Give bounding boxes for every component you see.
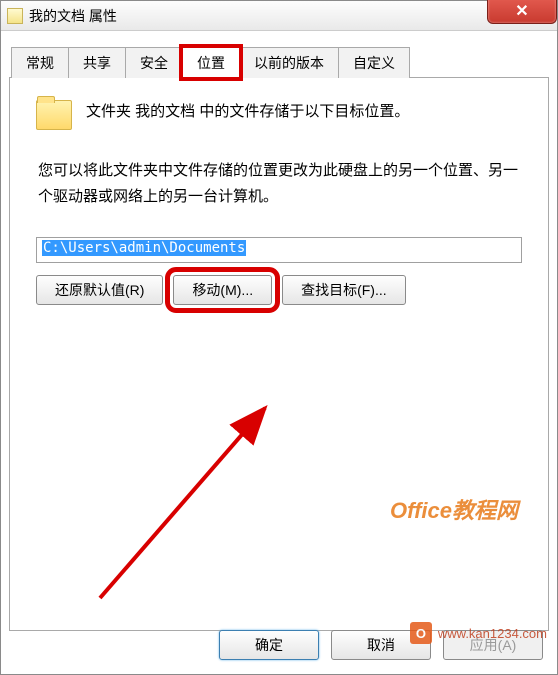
- titlebar: 我的文档 属性: [1, 1, 557, 31]
- window-title: 我的文档 属性: [29, 6, 117, 26]
- folder-large-icon: [36, 100, 72, 130]
- tab-security[interactable]: 安全: [125, 47, 183, 78]
- apply-button[interactable]: 应用(A): [443, 630, 543, 660]
- annotation-arrow: [70, 368, 310, 618]
- tab-previous-versions[interactable]: 以前的版本: [239, 47, 339, 78]
- ok-button[interactable]: 确定: [219, 630, 319, 660]
- find-target-button[interactable]: 查找目标(F)...: [282, 275, 406, 305]
- tab-sharing[interactable]: 共享: [68, 47, 126, 78]
- folder-icon: [7, 8, 23, 24]
- move-button[interactable]: 移动(M)...: [173, 275, 272, 305]
- path-input[interactable]: C:\Users\admin\Documents: [36, 237, 522, 263]
- close-button[interactable]: [487, 0, 557, 24]
- restore-default-button[interactable]: 还原默认值(R): [36, 275, 163, 305]
- tab-location[interactable]: 位置: [182, 47, 240, 78]
- location-panel: 文件夹 我的文档 中的文件存储于以下目标位置。 您可以将此文件夹中文件存储的位置…: [9, 77, 549, 631]
- tab-strip: 常规 共享 安全 位置 以前的版本 自定义: [11, 47, 549, 78]
- path-value: C:\Users\admin\Documents: [42, 240, 246, 256]
- location-description-2: 您可以将此文件夹中文件存储的位置更改为此硬盘上的另一个位置、另一个驱动器或网络上…: [36, 158, 522, 209]
- tab-general[interactable]: 常规: [11, 47, 69, 78]
- properties-dialog: 我的文档 属性 常规 共享 安全 位置 以前的版本 自定义 文件夹 我的文档 中…: [0, 0, 558, 675]
- location-description-1: 文件夹 我的文档 中的文件存储于以下目标位置。: [86, 98, 409, 125]
- dialog-button-row: 确定 取消 应用(A): [219, 630, 543, 660]
- cancel-button[interactable]: 取消: [331, 630, 431, 660]
- tab-customize[interactable]: 自定义: [338, 47, 410, 78]
- watermark-text: Office教程网: [390, 493, 518, 525]
